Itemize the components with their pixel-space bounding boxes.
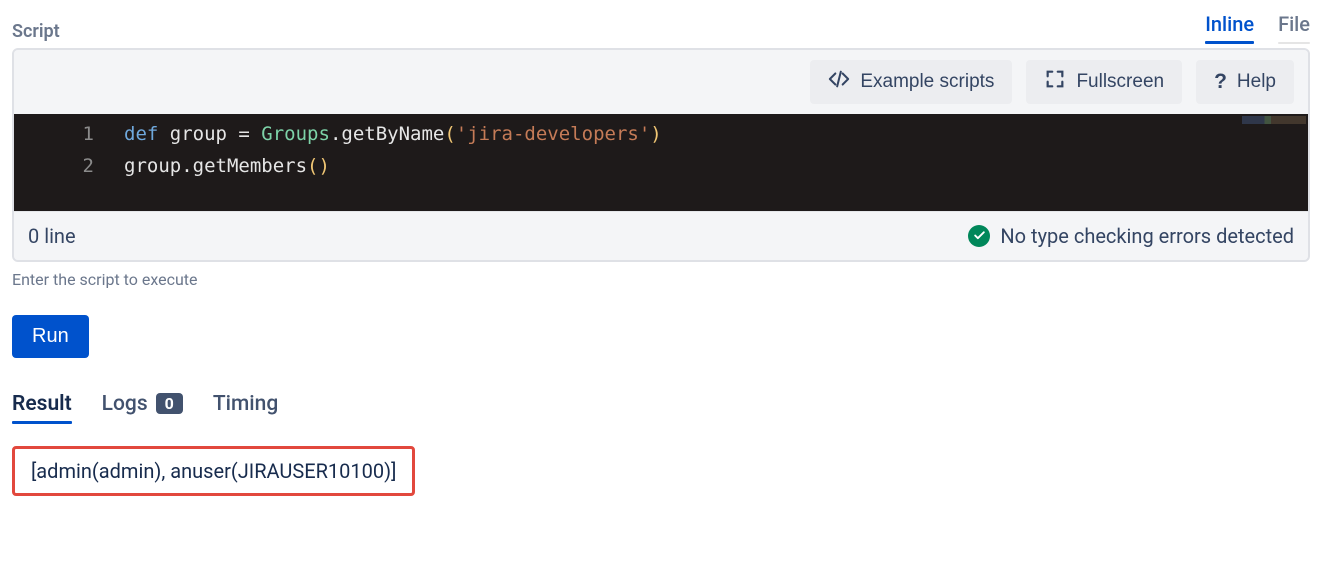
code-line-1: def group = Groups.getByName('jira-devel…: [124, 118, 662, 150]
code-editor[interactable]: 1 def group = Groups.getByName('jira-dev…: [14, 114, 1308, 211]
tab-timing[interactable]: Timing: [213, 392, 278, 424]
tab-logs-label: Logs: [102, 392, 148, 416]
fullscreen-icon: [1044, 68, 1066, 96]
help-label: Help: [1237, 71, 1276, 93]
tab-result[interactable]: Result: [12, 392, 72, 424]
tab-inline[interactable]: Inline: [1205, 12, 1254, 42]
code-icon: [828, 68, 850, 96]
example-scripts-button[interactable]: Example scripts: [810, 60, 1012, 104]
script-editor-panel: Example scripts Fullscreen ? Help 1 def …: [12, 48, 1310, 262]
result-output: [admin(admin), anuser(JIRAUSER10100)]: [12, 446, 415, 496]
editor-toolbar: Example scripts Fullscreen ? Help: [14, 50, 1308, 114]
line-number: 2: [14, 150, 124, 182]
minimap[interactable]: [1242, 116, 1306, 124]
script-label: Script: [12, 21, 60, 42]
tab-file[interactable]: File: [1278, 12, 1310, 42]
logs-count-badge: 0: [156, 393, 183, 414]
line-number: 1: [14, 118, 124, 150]
line-count: 0 line: [28, 224, 76, 248]
example-scripts-label: Example scripts: [860, 71, 994, 93]
help-icon: ?: [1214, 70, 1227, 94]
result-tabs: Result Logs 0 Timing: [12, 392, 1310, 424]
check-circle-icon: [968, 225, 990, 247]
fullscreen-label: Fullscreen: [1076, 71, 1164, 93]
typecheck-status: No type checking errors detected: [1000, 224, 1294, 248]
view-mode-tabs: Inline File: [1205, 12, 1310, 42]
editor-status-bar: 0 line No type checking errors detected: [14, 211, 1308, 260]
run-button[interactable]: Run: [12, 315, 89, 358]
code-line-2: group.getMembers(): [124, 150, 330, 182]
fullscreen-button[interactable]: Fullscreen: [1026, 60, 1182, 104]
help-button[interactable]: ? Help: [1196, 60, 1294, 104]
tab-logs[interactable]: Logs 0: [102, 392, 183, 424]
editor-hint: Enter the script to execute: [12, 270, 1310, 289]
